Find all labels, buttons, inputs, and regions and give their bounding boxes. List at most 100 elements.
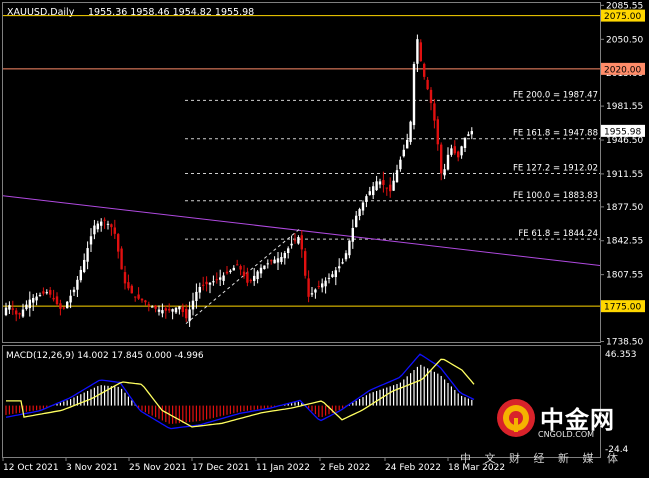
candle-body — [470, 131, 473, 135]
candle-body — [324, 280, 327, 287]
level-tag-label: 2020.00 — [604, 65, 641, 75]
candle-body — [361, 202, 365, 211]
candle-body — [256, 271, 259, 280]
candle-body — [222, 275, 225, 281]
candle-body — [389, 184, 392, 192]
candle-body — [147, 304, 150, 306]
candle-body — [134, 296, 137, 298]
candle-body — [423, 63, 426, 77]
candle-body — [144, 300, 147, 303]
time-axis: 12 Oct 2021 3 Nov 2021 25 Nov 2021 17 Dec 2… — [2, 457, 505, 473]
level-tag-label: 1775.00 — [604, 303, 641, 313]
candle-body — [310, 293, 314, 295]
candle-body — [130, 285, 133, 294]
candle-body — [375, 181, 378, 191]
candle-body — [208, 282, 212, 285]
candle-body — [69, 295, 72, 303]
candle-body — [327, 277, 331, 279]
candle-body — [409, 121, 412, 142]
price-tick-label: 1738.50 — [606, 338, 643, 348]
price-tick-label: 1807.55 — [606, 271, 643, 281]
candle-body — [106, 223, 110, 225]
candle-body — [205, 281, 208, 285]
candle-body — [178, 306, 181, 310]
candle-body — [185, 308, 188, 319]
candle-body — [406, 139, 409, 149]
candle-body — [127, 282, 130, 289]
candle-body — [103, 219, 106, 221]
candle-body — [249, 280, 252, 282]
candle-body — [154, 305, 157, 309]
candle-body — [11, 308, 14, 310]
candle-body — [52, 297, 55, 300]
current-price-label: 1955.98 — [604, 127, 641, 137]
candle-body — [321, 283, 324, 288]
candle-body — [42, 291, 45, 294]
price-tick-label: 1946.50 — [606, 136, 643, 146]
watermark: 中金网 CNGOLD.COM 中 文 财 经 新 媒 体 — [460, 398, 644, 468]
candle-body — [426, 79, 429, 90]
candle-body — [378, 181, 382, 185]
candle-body — [273, 259, 276, 264]
fibo-expansion: FE 200.0 = 1987.47 FE 161.8 = 1947.88 FE 1… — [185, 90, 600, 240]
candle-body — [100, 221, 103, 226]
candle-body — [49, 290, 52, 295]
candle-body — [137, 294, 140, 299]
candle-body — [276, 258, 280, 263]
macd-top-tick: 46.353 — [605, 350, 637, 360]
candle-body — [171, 309, 174, 312]
candle-body — [290, 243, 293, 246]
time-tick-label: 24 Feb 2022 — [385, 463, 441, 473]
candle-body — [215, 279, 218, 281]
candle-body — [188, 309, 191, 322]
candle-body — [331, 274, 334, 278]
candle-body — [79, 269, 82, 281]
candle-body — [402, 149, 405, 157]
candle-body — [399, 159, 402, 170]
candle-body — [392, 180, 395, 191]
candle-body — [229, 270, 232, 273]
candle-body — [467, 134, 470, 136]
candle-body — [161, 310, 164, 314]
candle-body — [72, 289, 76, 293]
candle-body — [212, 281, 215, 283]
candle-body — [89, 236, 93, 245]
candle-body — [164, 308, 167, 311]
macd-indicator — [5, 353, 475, 430]
candle-body — [355, 215, 358, 228]
price-axis: 2085.552050.502015.601981.551946.501911.… — [600, 1, 643, 348]
candle-body — [25, 304, 28, 310]
watermark-url: CNGOLD.COM — [538, 430, 595, 439]
candle-body — [168, 308, 171, 311]
fibo-level-label: FE 161.8 = 1947.88 — [513, 129, 598, 139]
price-tick-label: 1842.55 — [606, 237, 643, 247]
candle-body — [18, 313, 21, 315]
price-tick-label: 1877.50 — [606, 203, 643, 213]
price-tags: 2075.00 2020.00 1775.00 1955.98 — [601, 9, 645, 313]
candle-body — [436, 119, 439, 145]
candle-body — [314, 289, 317, 293]
candle-body — [38, 295, 42, 297]
candle-body — [263, 265, 266, 270]
time-tick-label: 2 Feb 2022 — [320, 463, 370, 473]
trendlines[interactable] — [2, 195, 601, 324]
candle-body — [181, 306, 184, 313]
candle-body — [32, 298, 35, 303]
candle-body — [287, 248, 290, 254]
candle-body — [242, 271, 246, 277]
candle-body — [433, 103, 436, 121]
candle-body — [45, 292, 48, 294]
candle-body — [86, 248, 89, 262]
time-tick-label: 11 Jan 2022 — [256, 463, 310, 473]
ohlc-values: 1955.36 1958.46 1954.82 1955.98 — [88, 7, 254, 18]
watermark-tagline: 中 文 财 经 新 媒 体 — [460, 452, 623, 465]
candle-body — [15, 310, 18, 315]
candle-body — [96, 223, 99, 230]
candle-body — [66, 301, 69, 309]
candle-body — [344, 253, 348, 260]
candle-body — [59, 303, 62, 309]
candle-body — [174, 307, 178, 313]
candles — [4, 34, 473, 327]
candle-body — [351, 227, 354, 242]
candle-body — [412, 64, 416, 126]
